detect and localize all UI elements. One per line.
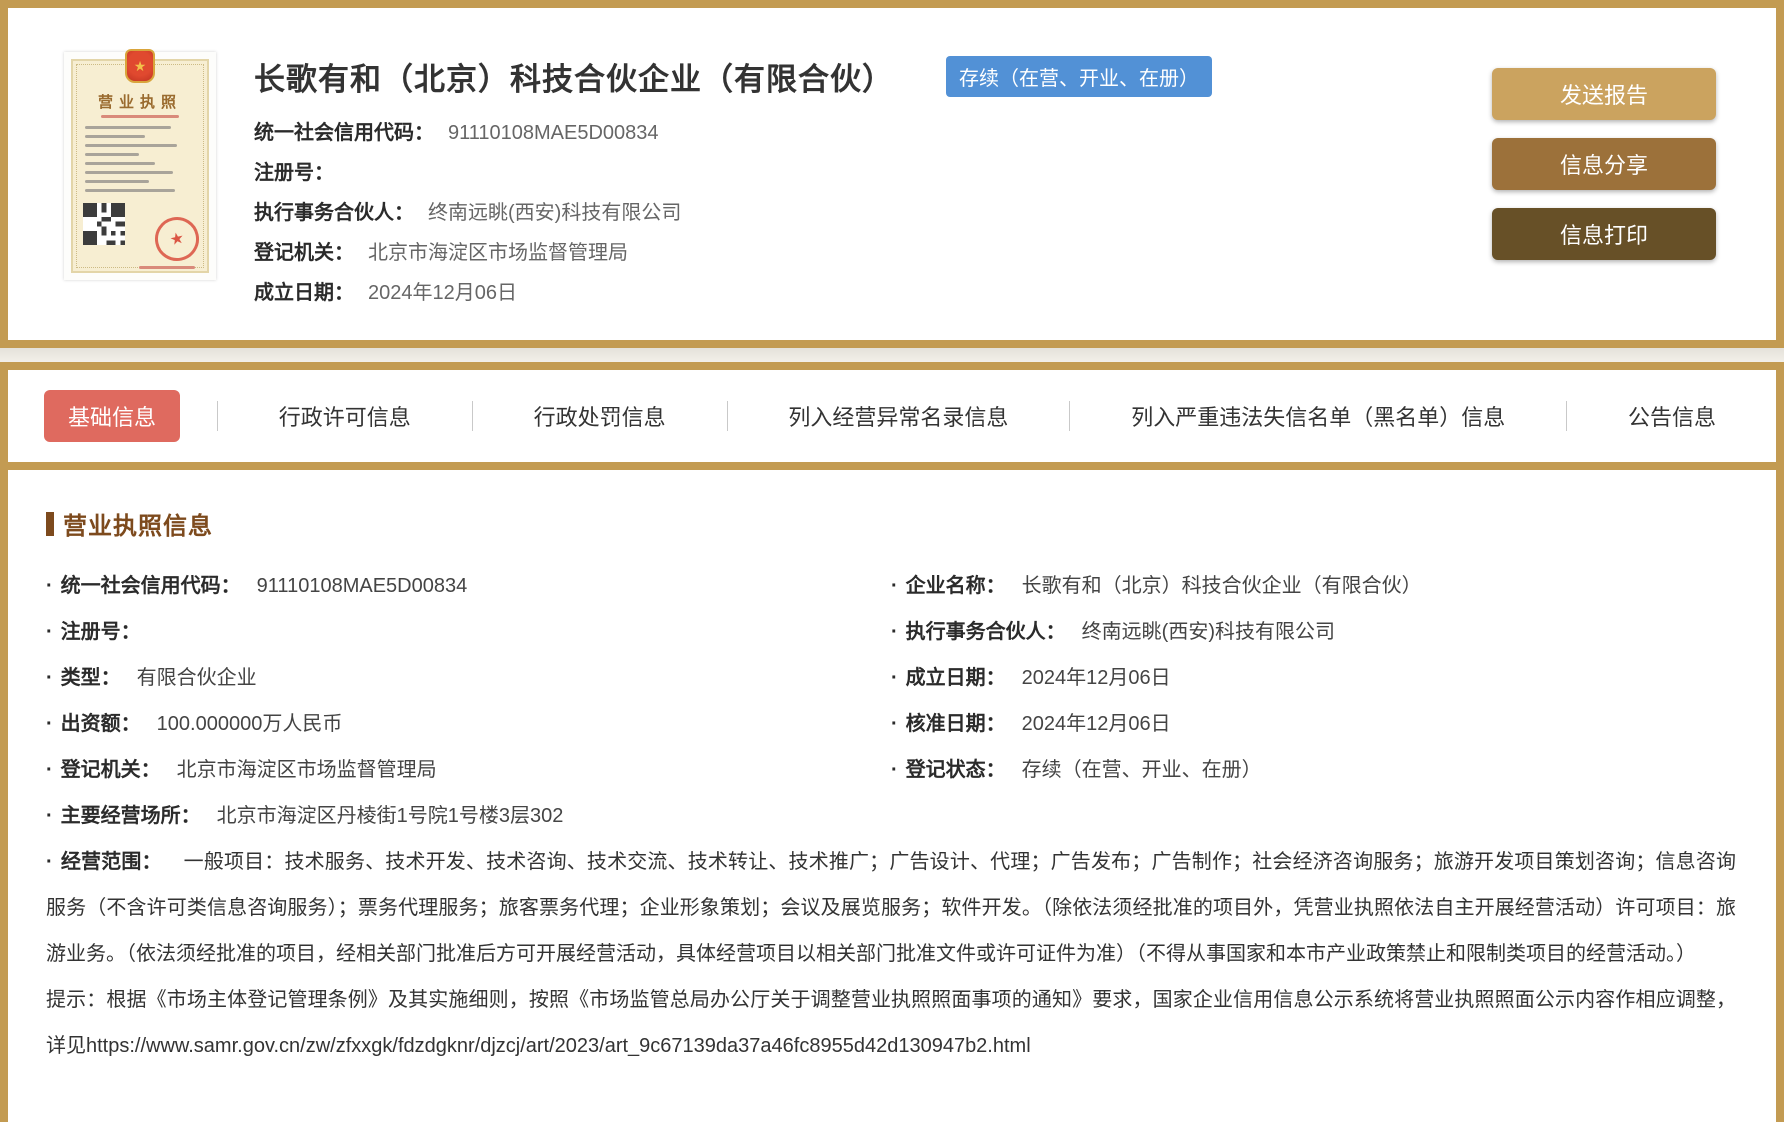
tab-divider <box>472 401 473 431</box>
header-field-establish-date: 成立日期：2024年12月06日 <box>254 273 1454 313</box>
share-info-button[interactable]: 信息分享 <box>1492 138 1716 190</box>
license-info-grid: ·统一社会信用代码：91110108MAE5D00834 ·企业名称：长歌有和（… <box>46 563 1736 839</box>
header-action-buttons: 发送报告 信息分享 信息打印 <box>1492 68 1716 310</box>
tab-divider <box>1566 401 1567 431</box>
business-license-certificate: ★ 营业执照 ★ <box>71 59 209 273</box>
section-title-bar <box>46 512 54 536</box>
tab-abnormal-operation-list[interactable]: 列入经营异常名录信息 <box>764 390 1032 442</box>
company-summary-card: ★ 营业执照 ★ 长歌有和（北京）科技合伙企业（有限合伙） 存续（在营、开业、在… <box>0 0 1784 348</box>
field-capital: ·出资额：100.000000万人民币 <box>46 701 891 747</box>
tab-divider <box>1069 401 1070 431</box>
qr-code-icon <box>83 203 125 245</box>
license-info-section: 营业执照信息 ·统一社会信用代码：91110108MAE5D00834 ·企业名… <box>8 470 1776 1069</box>
license-certificate-title: 营业执照 <box>83 91 197 112</box>
notice-text: 提示：根据《市场主体登记管理条例》及其实施细则，按照《市场监管总局办公厅关于调整… <box>46 977 1736 1069</box>
section-title: 营业执照信息 <box>46 506 1736 541</box>
business-license-image: ★ 营业执照 ★ <box>64 52 216 280</box>
tab-basic-info[interactable]: 基础信息 <box>44 390 180 442</box>
send-report-button[interactable]: 发送报告 <box>1492 68 1716 120</box>
field-business-scope: ·经营范围：一般项目：技术服务、技术开发、技术咨询、技术交流、技术转让、技术推广… <box>46 839 1736 977</box>
company-name: 长歌有和（北京）科技合伙企业（有限合伙） <box>254 54 894 99</box>
detail-card: 基础信息 行政许可信息 行政处罚信息 列入经营异常名录信息 列入严重违法失信名单… <box>0 362 1784 1122</box>
field-credit-code: ·统一社会信用代码：91110108MAE5D00834 <box>46 563 891 609</box>
tab-administrative-license[interactable]: 行政许可信息 <box>255 390 435 442</box>
tab-serious-violation-blacklist[interactable]: 列入严重违法失信名单（黑名单）信息 <box>1107 390 1529 442</box>
print-info-button[interactable]: 信息打印 <box>1492 208 1716 260</box>
field-establish-date: ·成立日期：2024年12月06日 <box>891 655 1736 701</box>
license-text-lines <box>83 126 197 192</box>
tab-divider <box>217 401 218 431</box>
red-seal-icon: ★ <box>151 213 203 265</box>
field-company-name: ·企业名称：长歌有和（北京）科技合伙企业（有限合伙） <box>891 563 1736 609</box>
header-field-managing-partner: 执行事务合伙人：终南远眺(西安)科技有限公司 <box>254 193 1454 233</box>
field-registration-status: ·登记状态：存续（在营、开业、在册） <box>891 747 1736 793</box>
tab-divider <box>727 401 728 431</box>
field-registration-authority: ·登记机关：北京市海淀区市场监督管理局 <box>46 747 891 793</box>
header-field-registration-authority: 登记机关：北京市海淀区市场监督管理局 <box>254 233 1454 273</box>
license-date-line <box>139 266 195 269</box>
license-number-line <box>101 115 179 118</box>
field-company-type: ·类型：有限合伙企业 <box>46 655 891 701</box>
tab-announcement-info[interactable]: 公告信息 <box>1604 390 1740 442</box>
national-emblem-icon: ★ <box>125 49 155 83</box>
field-approval-date: ·核准日期：2024年12月06日 <box>891 701 1736 747</box>
status-badge: 存续（在营、开业、在册） <box>946 56 1212 97</box>
field-business-premises: ·主要经营场所：北京市海淀区丹棱街1号院1号楼3层302 <box>46 793 1736 839</box>
tab-bar: 基础信息 行政许可信息 行政处罚信息 列入经营异常名录信息 列入严重违法失信名单… <box>8 370 1776 462</box>
card-gap <box>0 348 1784 362</box>
header-field-reg-number: 注册号： <box>254 153 1454 193</box>
header-field-credit-code: 统一社会信用代码：91110108MAE5D00834 <box>254 113 1454 153</box>
field-managing-partner: ·执行事务合伙人：终南远眺(西安)科技有限公司 <box>891 609 1736 655</box>
field-reg-number: ·注册号： <box>46 609 891 655</box>
tab-administrative-penalty[interactable]: 行政处罚信息 <box>510 390 690 442</box>
gold-divider <box>8 462 1776 470</box>
company-header-info: 长歌有和（北京）科技合伙企业（有限合伙） 存续（在营、开业、在册） 统一社会信用… <box>254 52 1454 310</box>
